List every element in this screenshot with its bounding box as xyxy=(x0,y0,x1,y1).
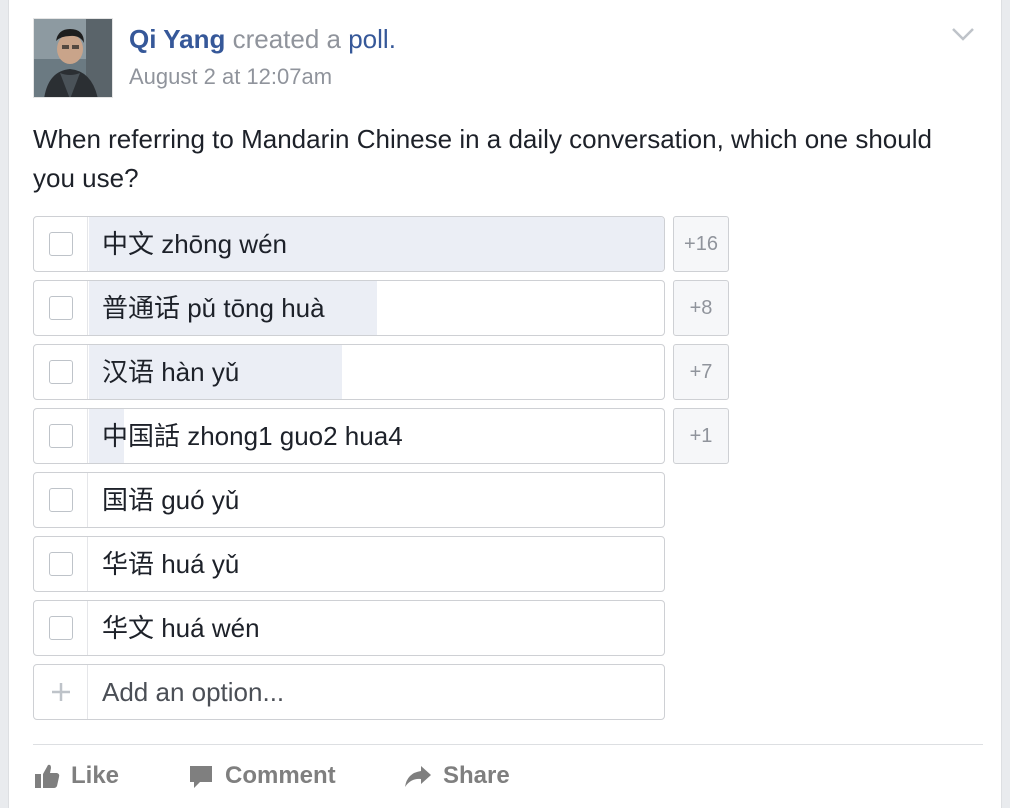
poll-option[interactable]: 中国話 zhong1 guo2 hua4 +1 xyxy=(33,408,733,464)
action-text: created a xyxy=(232,24,341,54)
like-label: Like xyxy=(71,762,120,789)
poll-option-box[interactable]: 普通话 pǔ tōng huà xyxy=(33,280,665,336)
option-label: 中文 zhōng wén xyxy=(102,229,287,259)
option-checkbox[interactable] xyxy=(49,552,73,576)
option-checkbox[interactable] xyxy=(49,232,73,256)
vote-count-button[interactable]: +7 xyxy=(673,344,729,400)
post-header: Qi Yang created a poll. August 2 at 12:0… xyxy=(33,18,977,98)
option-label: 华语 huá yǔ xyxy=(102,549,240,579)
like-icon xyxy=(35,764,60,788)
poll-question: When referring to Mandarin Chinese in a … xyxy=(33,124,932,193)
comment-button[interactable]: Comment xyxy=(187,752,336,800)
poll-post-card: Qi Yang created a poll. August 2 at 12:0… xyxy=(8,0,1002,808)
comment-label: Comment xyxy=(225,762,336,789)
option-checkbox-cell xyxy=(34,537,88,591)
add-option-input[interactable]: Add an option... xyxy=(102,665,284,719)
poll-option[interactable]: 国语 guó yǔ xyxy=(33,472,733,528)
option-label: 中国話 zhong1 guo2 hua4 xyxy=(102,421,403,451)
option-checkbox-cell xyxy=(34,409,88,463)
comment-icon xyxy=(190,766,212,788)
add-option-box[interactable]: Add an option... xyxy=(33,664,665,720)
poll-option-box[interactable]: 华语 huá yǔ xyxy=(33,536,665,592)
poll-option[interactable]: 普通话 pǔ tōng huà +8 xyxy=(33,280,733,336)
poll-option-box[interactable]: 华文 huá wén xyxy=(33,600,665,656)
poll-link[interactable]: poll. xyxy=(348,24,396,54)
option-checkbox-cell xyxy=(34,345,88,399)
plus-cell xyxy=(34,665,88,719)
avatar[interactable] xyxy=(33,18,113,98)
post-title-line: Qi Yang created a poll. xyxy=(129,24,396,55)
poll-option-box[interactable]: 汉语 hàn yǔ xyxy=(33,344,665,400)
option-checkbox[interactable] xyxy=(49,424,73,448)
option-checkbox-cell xyxy=(34,473,88,527)
option-label: 普通话 pǔ tōng huà xyxy=(102,293,325,323)
author-name-link[interactable]: Qi Yang xyxy=(129,24,225,54)
plus-icon xyxy=(52,683,70,701)
option-checkbox-cell xyxy=(34,281,88,335)
option-checkbox[interactable] xyxy=(49,616,73,640)
option-checkbox-cell xyxy=(34,601,88,655)
vote-count-button[interactable]: +16 xyxy=(673,216,729,272)
add-option-row[interactable]: Add an option... xyxy=(33,664,733,720)
like-button[interactable]: Like xyxy=(33,752,119,800)
vote-count-button[interactable]: +1 xyxy=(673,408,729,464)
option-checkbox[interactable] xyxy=(49,488,73,512)
share-label: Share xyxy=(443,762,510,789)
option-label: 国语 guó yǔ xyxy=(102,485,240,515)
post-actions-bar: Like Comment Share xyxy=(33,752,633,800)
poll-options-list: 中文 zhōng wén +16 普通话 pǔ tōng huà +8 汉语 h… xyxy=(33,216,733,728)
post-timestamp[interactable]: August 2 at 12:07am xyxy=(129,64,332,90)
chevron-down-icon[interactable] xyxy=(949,20,977,48)
poll-option[interactable]: 华语 huá yǔ xyxy=(33,536,733,592)
share-icon xyxy=(405,766,431,787)
option-checkbox[interactable] xyxy=(49,296,73,320)
actions-divider xyxy=(33,744,983,745)
vote-count-button[interactable]: +8 xyxy=(673,280,729,336)
poll-option[interactable]: 中文 zhōng wén +16 xyxy=(33,216,733,272)
poll-option[interactable]: 汉语 hàn yǔ +7 xyxy=(33,344,733,400)
share-button[interactable]: Share xyxy=(403,752,510,800)
poll-option-box[interactable]: 国语 guó yǔ xyxy=(33,472,665,528)
option-checkbox[interactable] xyxy=(49,360,73,384)
option-label: 汉语 hàn yǔ xyxy=(102,357,240,387)
option-checkbox-cell xyxy=(34,217,88,271)
poll-option-box[interactable]: 中国話 zhong1 guo2 hua4 xyxy=(33,408,665,464)
option-label: 华文 huá wén xyxy=(102,613,260,643)
poll-option[interactable]: 华文 huá wén xyxy=(33,600,733,656)
poll-option-box[interactable]: 中文 zhōng wén xyxy=(33,216,665,272)
